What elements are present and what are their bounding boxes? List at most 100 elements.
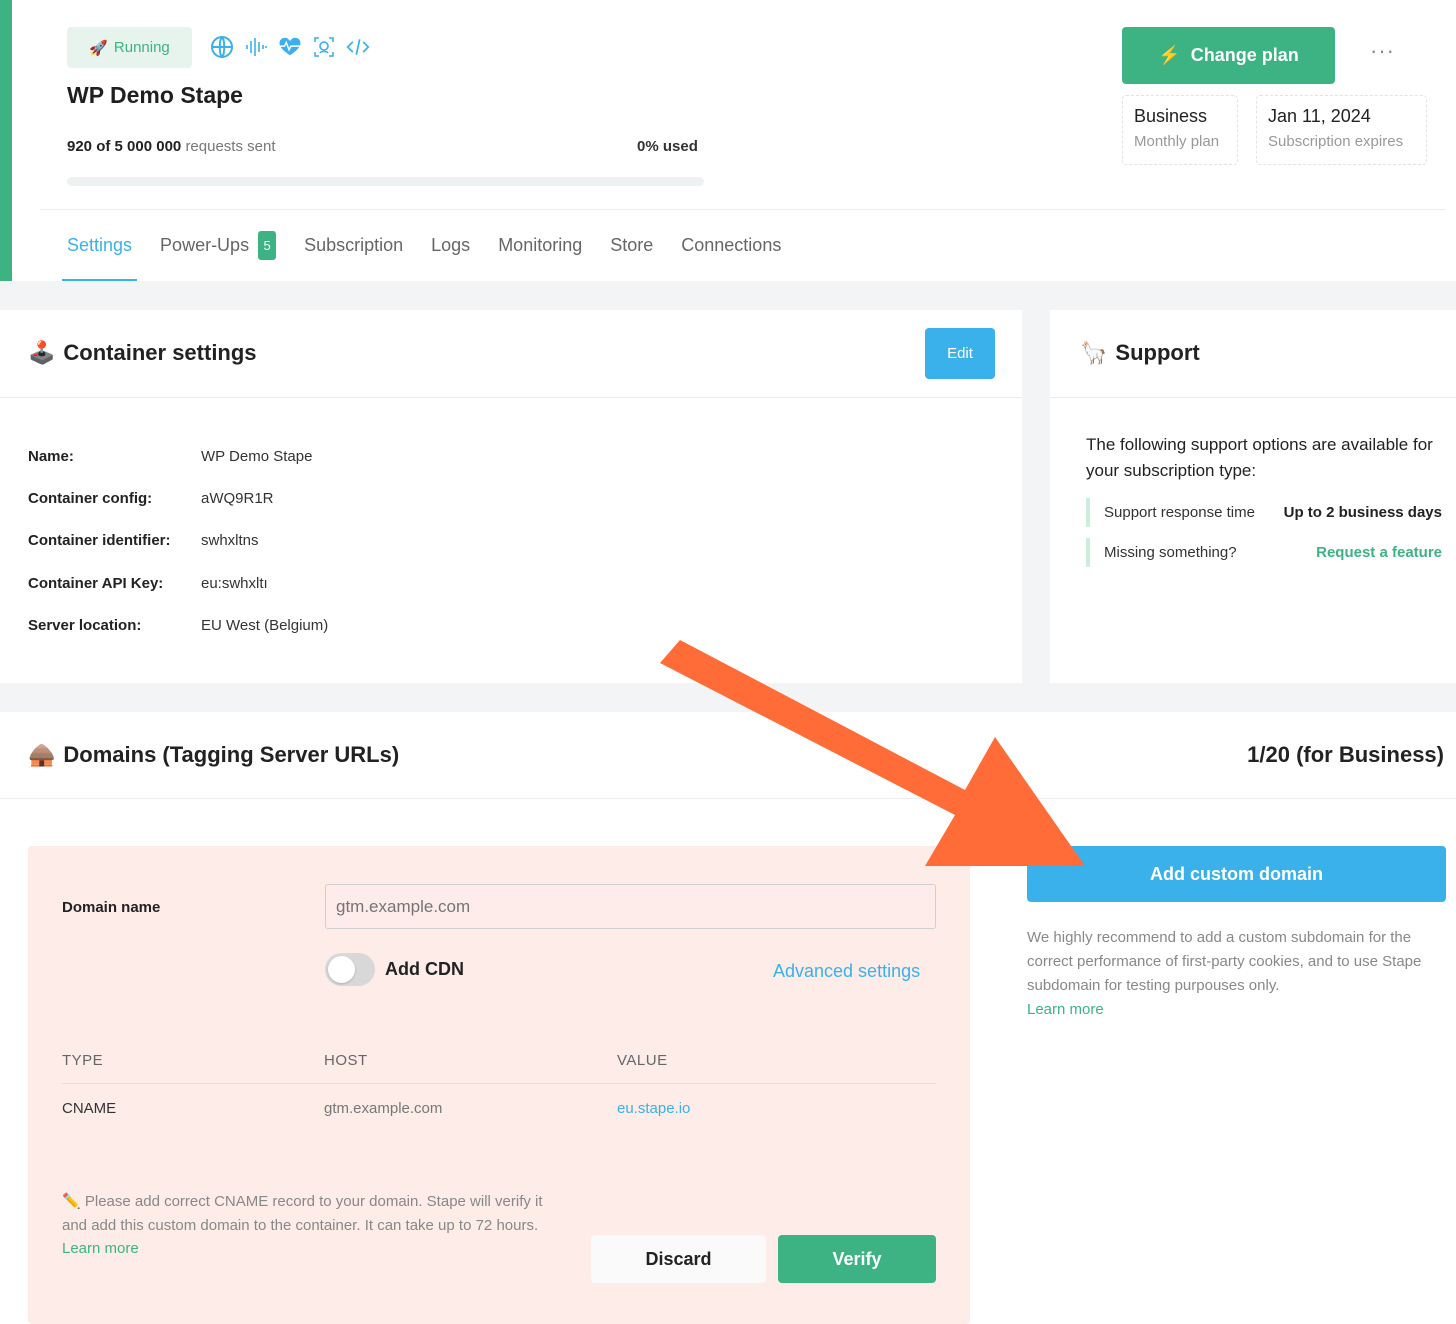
card-header: 🦙 Support	[1050, 310, 1456, 398]
usage-progress-bar	[67, 177, 704, 186]
field-key: Name:	[28, 448, 74, 465]
tab-subscription[interactable]: Subscription	[304, 232, 403, 259]
field-value: EU West (Belgium)	[201, 617, 329, 634]
column-header-host: HOST	[324, 1052, 368, 1069]
card-header: 🛖 Domains (Tagging Server URLs) 1/20 (fo…	[0, 712, 1456, 799]
discard-button[interactable]: Discard	[591, 1235, 766, 1283]
column-header-type: TYPE	[62, 1052, 104, 1069]
expiry-date: Jan 11, 2024	[1268, 106, 1371, 126]
field-name: Name: WP Demo Stape	[28, 448, 312, 465]
card-title-text: Container settings	[63, 340, 257, 365]
recommendation-text: We highly recommend to add a custom subd…	[1027, 929, 1422, 994]
plan-info: Business Monthly plan	[1122, 95, 1238, 165]
tab-bar: Settings Power-Ups 5 Subscription Logs Mo…	[61, 231, 809, 281]
record-host: gtm.example.com	[324, 1100, 443, 1117]
custom-domain-recommendation: We highly recommend to add a custom subd…	[1027, 926, 1427, 1022]
cname-note: ✏️ Please add correct CNAME record to yo…	[62, 1190, 562, 1261]
tab-label: Power-Ups	[160, 235, 250, 255]
joystick-icon: 🕹️	[28, 340, 56, 365]
container-title: WP Demo Stape	[67, 82, 243, 108]
field-server-location: Server location: EU West (Belgium)	[28, 617, 328, 634]
tab-label: Store	[610, 235, 654, 255]
globe-icon[interactable]	[210, 33, 234, 61]
table-divider	[62, 1083, 936, 1084]
learn-more-link[interactable]: Learn more	[62, 1237, 562, 1261]
tab-label: Connections	[681, 235, 782, 255]
domains-card: 🛖 Domains (Tagging Server URLs) 1/20 (fo…	[0, 712, 1456, 1324]
record-value[interactable]: eu.stape.io	[617, 1100, 690, 1117]
field-key: Container identifier:	[28, 532, 171, 549]
plan-name: Business	[1134, 106, 1208, 126]
tab-power-ups[interactable]: Power-Ups 5	[160, 231, 277, 260]
rocket-icon: 🚀	[89, 39, 108, 57]
field-value: WP Demo Stape	[201, 448, 313, 465]
requests-summary: 920 of 5 000 000 requests sent	[67, 138, 276, 155]
face-scan-icon[interactable]	[312, 33, 336, 61]
tab-label: Monitoring	[498, 235, 583, 255]
note-text: Please add correct CNAME record to your …	[62, 1193, 543, 1234]
support-card: 🦙 Support The following support options …	[1050, 310, 1456, 683]
response-label: Support response time	[1104, 504, 1255, 521]
support-response-row: Support response time Up to 2 business d…	[1086, 498, 1442, 527]
field-value: swhxltns	[201, 532, 259, 549]
add-cdn-toggle[interactable]	[325, 953, 375, 986]
field-key: Container config:	[28, 490, 153, 507]
field-key: Container API Key:	[28, 575, 164, 592]
response-value: Up to 2 business days	[1283, 504, 1442, 521]
header-divider	[40, 209, 1446, 210]
field-container-config: Container config: aWQ9R1R	[28, 490, 274, 507]
tab-store[interactable]: Store	[610, 232, 653, 259]
domains-title: 🛖 Domains (Tagging Server URLs)	[28, 742, 399, 768]
status-badge: 🚀 Running	[67, 27, 192, 68]
verify-button[interactable]: Verify	[778, 1235, 936, 1283]
record-type: CNAME	[62, 1100, 117, 1117]
tab-settings[interactable]: Settings	[61, 232, 138, 281]
field-value: eu:swhxltı	[201, 575, 268, 592]
more-options-icon[interactable]: ···	[1370, 38, 1395, 64]
construction-icon: 🛖	[28, 742, 56, 767]
expiry-label: Subscription expires	[1268, 133, 1404, 150]
domains-count: 1/20 (for Business)	[1247, 742, 1444, 767]
field-key: Server location:	[28, 617, 142, 634]
tab-label: Settings	[67, 235, 133, 255]
change-plan-button[interactable]: ⚡ Change plan	[1122, 27, 1335, 84]
card-header: 🕹️ Container settings Edit	[0, 310, 1022, 398]
tab-label: Subscription	[304, 235, 404, 255]
toggle-knob	[328, 956, 355, 983]
missing-something-row: Missing something? Request a feature	[1086, 538, 1442, 567]
domain-name-input[interactable]	[325, 884, 936, 929]
requests-label: requests sent	[185, 138, 276, 155]
tab-connections[interactable]: Connections	[681, 232, 781, 259]
card-title-text: Support	[1115, 340, 1200, 365]
tab-monitoring[interactable]: Monitoring	[498, 232, 582, 259]
edit-button[interactable]: Edit	[925, 328, 995, 379]
requests-count: 920 of 5 000 000	[67, 138, 182, 155]
subscription-expiry: Jan 11, 2024 Subscription expires	[1256, 95, 1427, 165]
plan-type: Monthly plan	[1134, 133, 1220, 150]
add-custom-domain-button[interactable]: Add custom domain	[1027, 846, 1446, 902]
column-header-value: VALUE	[617, 1052, 668, 1069]
change-plan-label: Change plan	[1190, 45, 1299, 65]
tab-label: Logs	[431, 235, 471, 255]
code-icon[interactable]	[346, 33, 370, 61]
feature-icons	[210, 33, 370, 61]
usage-percent: 0% used	[637, 138, 698, 155]
lightning-icon: ⚡	[1158, 45, 1181, 65]
pencil-icon: ✏️	[62, 1193, 81, 1210]
audio-wave-icon[interactable]	[244, 33, 268, 61]
power-ups-count-badge: 5	[258, 231, 277, 260]
custom-domain-form: Domain name Add CDN Advanced settings TY…	[28, 846, 970, 1324]
heartbeat-icon[interactable]	[278, 33, 302, 61]
field-api-key: Container API Key: eu:swhxltı	[28, 575, 268, 592]
support-intro: The following support options are availa…	[1086, 435, 1433, 480]
advanced-settings-link[interactable]: Advanced settings	[773, 961, 920, 982]
request-feature-link[interactable]: Request a feature	[1316, 544, 1442, 561]
missing-label: Missing something?	[1104, 544, 1237, 561]
tab-logs[interactable]: Logs	[431, 232, 470, 259]
learn-more-link[interactable]: Learn more	[1027, 998, 1427, 1022]
domain-name-label: Domain name	[62, 899, 161, 916]
container-settings-title: 🕹️ Container settings	[28, 340, 257, 366]
add-cdn-label: Add CDN	[385, 959, 464, 979]
field-value: aWQ9R1R	[201, 490, 274, 507]
card-title-text: Domains (Tagging Server URLs)	[63, 742, 400, 767]
